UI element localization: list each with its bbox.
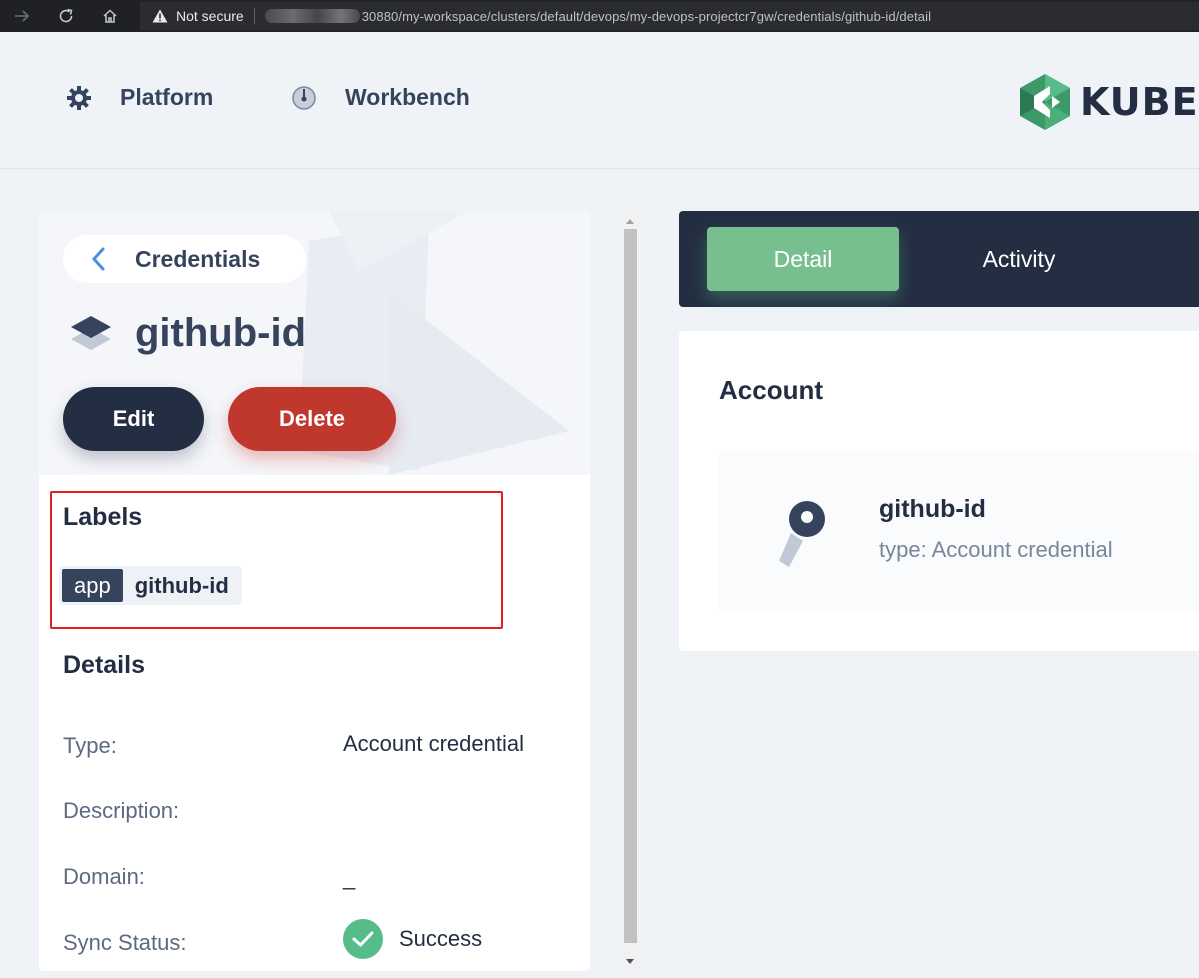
app-header: Platform Workbench KUBESP (0, 32, 1199, 169)
layers-icon (69, 312, 113, 356)
back-to-credentials-button[interactable]: Credentials (63, 235, 306, 283)
resource-name: github-id (135, 311, 307, 355)
label-tag: app github-id (59, 566, 242, 605)
chevron-left-icon (91, 247, 107, 271)
logo-text: KUBESP (1080, 80, 1199, 124)
labels-title: Labels (63, 503, 143, 531)
key-icon (775, 495, 831, 572)
detail-tabs: Detail Activity (679, 211, 1199, 307)
nav-platform-label: Platform (120, 84, 214, 110)
browser-forward-icon[interactable] (0, 0, 44, 32)
label-key: app (62, 569, 123, 602)
tab-detail[interactable]: Detail (707, 227, 899, 291)
nav-platform[interactable]: Platform (66, 84, 213, 111)
scroll-thumb[interactable] (624, 229, 637, 943)
domain-value: _ (343, 865, 356, 890)
account-title: Account (719, 375, 823, 405)
details-title: Details (63, 651, 145, 679)
credential-item: github-id type: Account credential (719, 451, 1199, 611)
scroll-up-icon[interactable] (626, 219, 634, 224)
credential-name: github-id (879, 495, 986, 523)
check-circle-icon (343, 919, 383, 959)
nav-workbench-label: Workbench (345, 84, 470, 110)
type-value: Account credential (343, 731, 524, 756)
browser-home-icon[interactable] (88, 0, 132, 32)
back-label: Credentials (135, 245, 261, 272)
blurred-host (264, 9, 360, 23)
address-divider (253, 8, 255, 24)
edit-button[interactable]: Edit (63, 387, 204, 451)
resource-sidebar: Credentials github-id Edit Delete Labels… (39, 211, 590, 971)
resource-header: Credentials github-id Edit Delete (39, 211, 590, 475)
type-key: Type: (63, 733, 117, 758)
sync-status-value: Success (399, 926, 483, 951)
vertical-scrollbar[interactable] (622, 211, 639, 971)
scroll-down-icon[interactable] (626, 959, 634, 964)
security-status[interactable]: Not secure (176, 8, 244, 24)
label-value: github-id (134, 572, 229, 598)
credential-type: type: Account credential (879, 537, 1113, 562)
sync-status: Success (343, 919, 482, 959)
kubesphere-logo[interactable]: KUBESP (1020, 74, 1199, 130)
logo-mark-icon (1020, 74, 1070, 130)
dashboard-icon (291, 85, 317, 111)
gear-icon (66, 85, 92, 111)
domain-key: Domain: (63, 864, 145, 889)
nav-workbench[interactable]: Workbench (291, 84, 470, 111)
description-key: Description: (63, 798, 180, 823)
account-card: Account github-id type: Account credenti… (679, 331, 1199, 651)
url-text[interactable]: 30880/my-workspace/clusters/default/devo… (362, 9, 931, 24)
warning-icon (152, 9, 168, 23)
sync-status-key: Sync Status: (63, 930, 187, 955)
browser-toolbar: Not secure 30880/my-workspace/clusters/d… (0, 0, 1199, 32)
tab-activity[interactable]: Activity (939, 227, 1099, 291)
delete-button[interactable]: Delete (228, 387, 396, 451)
browser-reload-icon[interactable] (44, 0, 88, 32)
resource-title-row: github-id (69, 311, 306, 356)
address-bar[interactable]: Not secure 30880/my-workspace/clusters/d… (140, 2, 1199, 30)
